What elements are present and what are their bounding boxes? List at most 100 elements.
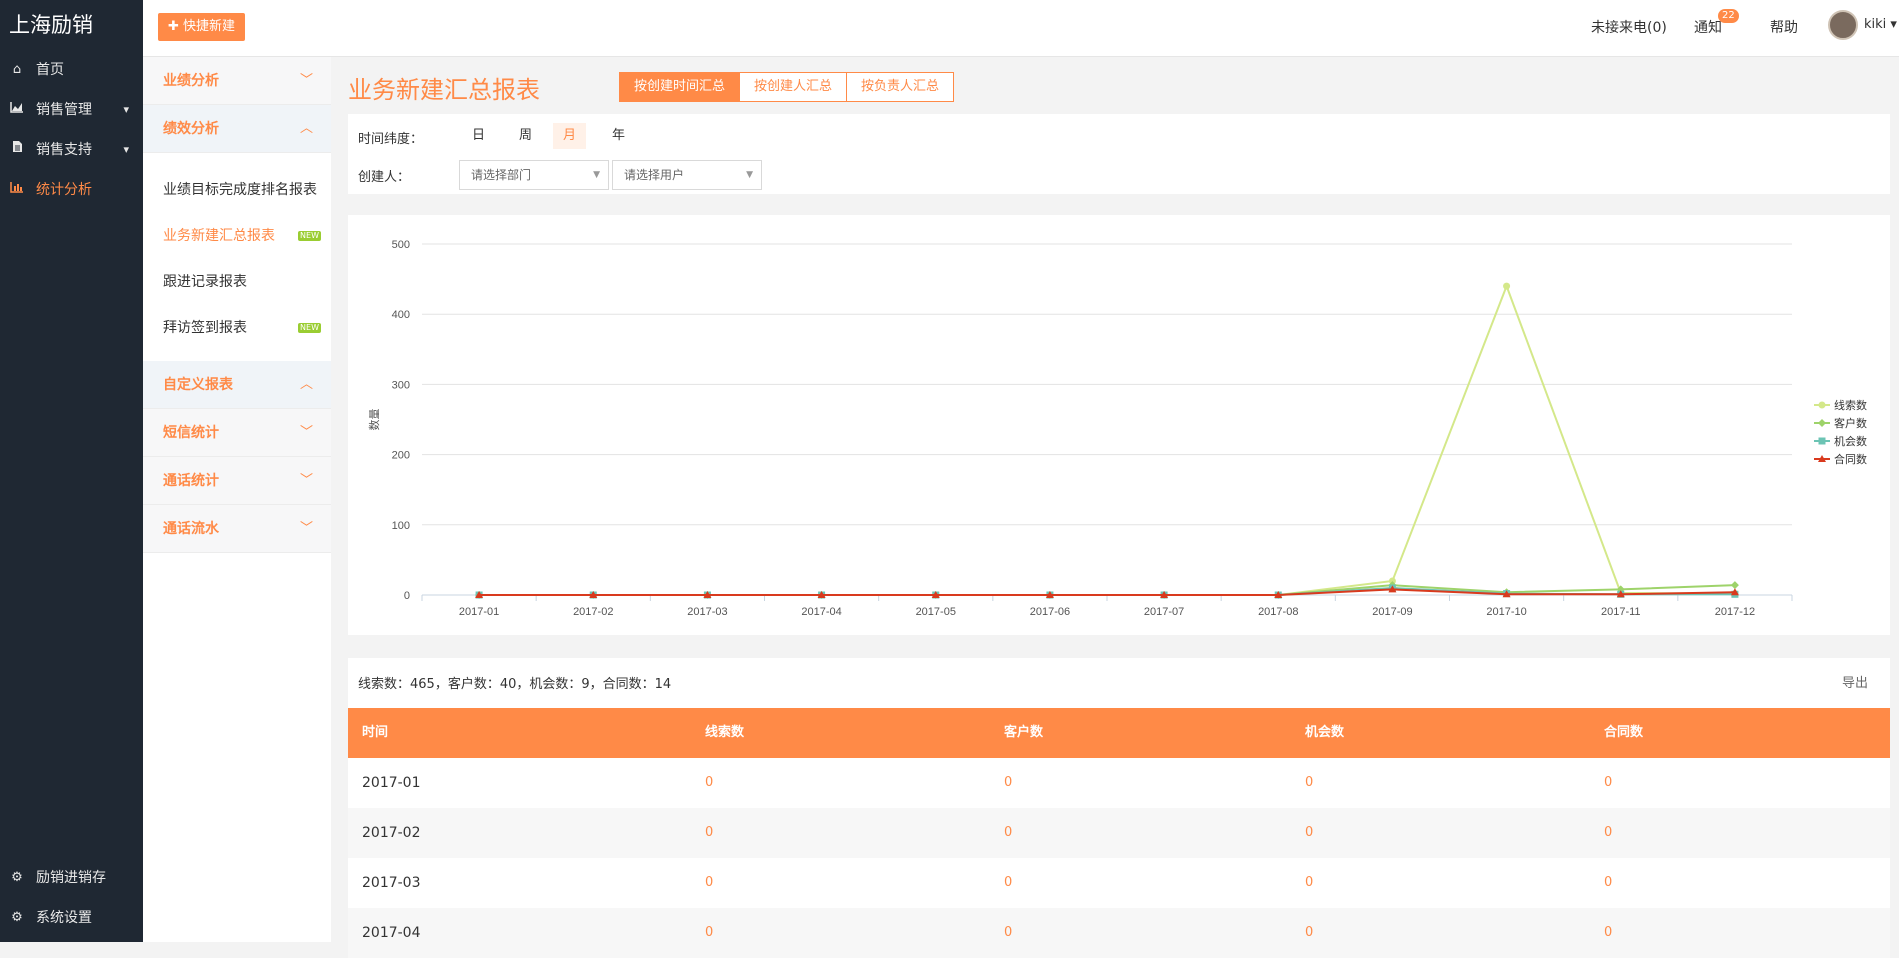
- y-axis-label: 数量: [368, 409, 381, 431]
- table-row: 2017-03 0 0 0 0: [348, 858, 1890, 908]
- data-point: [1503, 282, 1511, 290]
- series-line: [479, 283, 1735, 596]
- column-header: 客户数: [1004, 725, 1044, 740]
- group-items: 业绩目标完成度排名报表 业务新建汇总报表 NEW 跟进记录报表 拜访签到报表 N…: [143, 153, 331, 361]
- nav-item-label: 销售支持: [36, 142, 92, 158]
- cell-opportunities[interactable]: 0: [1305, 908, 1313, 958]
- cell-customers[interactable]: 0: [1004, 908, 1012, 958]
- group-call-statistics[interactable]: 通话统计 ﹀: [143, 457, 331, 505]
- quick-new-button[interactable]: ✚ 快捷新建: [158, 13, 246, 41]
- gear-icon: ⚙: [11, 870, 23, 885]
- legend-marker: [1818, 419, 1826, 427]
- group-kpi-analysis[interactable]: 绩效分析 ︿: [143, 105, 331, 153]
- x-tick-label: 2017-03: [687, 606, 727, 618]
- nav-item-settings[interactable]: ⚙ 系统设置: [0, 898, 143, 938]
- x-tick-label: 2017-08: [1258, 606, 1298, 618]
- dimension-week[interactable]: 周: [509, 123, 542, 149]
- cell-opportunities[interactable]: 0: [1305, 858, 1313, 908]
- cell-leads[interactable]: 0: [705, 808, 713, 858]
- home-icon: ⌂: [12, 62, 22, 77]
- chevron-down-icon: ▾: [123, 143, 129, 156]
- help-link[interactable]: 帮助: [1770, 17, 1798, 37]
- user-select-value: 请选择用户: [624, 168, 685, 182]
- export-button[interactable]: 导出: [1842, 672, 1868, 691]
- cell-contracts[interactable]: 0: [1604, 758, 1612, 808]
- x-tick-label: 2017-10: [1486, 606, 1526, 618]
- table-body: 2017-01 0 0 0 0 2017-02 0 0 0 0 2017-03 …: [348, 758, 1890, 958]
- cell-opportunities[interactable]: 0: [1305, 808, 1313, 858]
- nav-item-sales[interactable]: 销售管理 ▾: [0, 90, 143, 130]
- group-performance-analysis[interactable]: 业绩分析 ﹀: [143, 57, 331, 105]
- cell-contracts[interactable]: 0: [1604, 808, 1612, 858]
- nav-item-support[interactable]: 销售支持 ▾: [0, 130, 143, 170]
- filter-panel: 时间纬度： 日 周 月 年 创建人： 请选择部门 ▼ 请选择用户 ▼: [348, 114, 1890, 194]
- sub-item-label: 业务新建汇总报表: [163, 228, 275, 244]
- y-tick-label: 300: [392, 379, 410, 391]
- table-row: 2017-02 0 0 0 0: [348, 808, 1890, 858]
- cell-time: 2017-01: [362, 775, 421, 791]
- department-select[interactable]: 请选择部门 ▼: [459, 160, 609, 190]
- group-custom-report[interactable]: 自定义报表 ︿: [143, 361, 331, 409]
- sub-item-visit-checkin-report[interactable]: 拜访签到报表 NEW: [143, 305, 331, 351]
- group-call-log[interactable]: 通话流水 ﹀: [143, 505, 331, 553]
- nav-item-statistics[interactable]: 统计分析: [0, 170, 143, 210]
- cell-time: 2017-04: [362, 925, 421, 941]
- user-menu[interactable]: kiki ▾: [1864, 17, 1897, 32]
- group-label: 自定义报表: [163, 377, 233, 393]
- cell-leads[interactable]: 0: [705, 908, 713, 958]
- nav-item-label: 销售管理: [36, 102, 92, 118]
- group-label: 业绩分析: [163, 73, 219, 89]
- avatar[interactable]: [1828, 10, 1858, 40]
- chevron-down-icon: ﹀: [299, 425, 313, 440]
- chevron-down-icon: ▾: [123, 103, 129, 116]
- sub-item-target-ranking[interactable]: 业绩目标完成度排名报表: [143, 167, 331, 213]
- nav-item-label: 励销进销存: [36, 870, 106, 886]
- x-tick-label: 2017-06: [1030, 606, 1070, 618]
- group-label: 通话统计: [163, 473, 219, 489]
- group-sms-statistics[interactable]: 短信统计 ﹀: [143, 409, 331, 457]
- new-badge: NEW: [298, 323, 321, 333]
- caret-down-icon: ▼: [593, 170, 600, 180]
- page-title: 业务新建汇总报表: [348, 76, 540, 104]
- caret-down-icon: ▼: [746, 170, 753, 180]
- group-label: 通话流水: [163, 521, 219, 537]
- dimension-year[interactable]: 年: [602, 123, 635, 149]
- y-tick-label: 200: [392, 450, 410, 462]
- gear-icon: ⚙: [11, 910, 23, 925]
- left-nav: 上海励销 ⌂ 首页 销售管理 ▾ 销售支持 ▾ 统计分析 ⚙ 励销进销存 ⚙ 系…: [0, 0, 143, 942]
- cell-contracts[interactable]: 0: [1604, 858, 1612, 908]
- x-tick-label: 2017-02: [573, 606, 613, 618]
- cell-opportunities[interactable]: 0: [1305, 758, 1313, 808]
- tab-by-creator[interactable]: 按创建人汇总: [739, 72, 848, 102]
- user-select[interactable]: 请选择用户 ▼: [612, 160, 762, 190]
- notification-label: 通知: [1694, 20, 1722, 36]
- cell-customers[interactable]: 0: [1004, 858, 1012, 908]
- nav-item-home[interactable]: ⌂ 首页: [0, 50, 143, 90]
- nav-item-label: 系统设置: [36, 910, 92, 926]
- dimension-month[interactable]: 月: [553, 123, 587, 149]
- tab-by-create-time[interactable]: 按创建时间汇总: [619, 72, 741, 102]
- sub-item-followup-report[interactable]: 跟进记录报表: [143, 259, 331, 305]
- cell-contracts[interactable]: 0: [1604, 908, 1612, 958]
- sub-item-label: 业绩目标完成度排名报表: [163, 182, 317, 198]
- sub-item-new-business-summary[interactable]: 业务新建汇总报表 NEW: [143, 213, 331, 259]
- table-header: 时间 线索数 客户数 机会数 合同数: [348, 708, 1890, 758]
- legend-label: 客户数: [1834, 416, 1867, 430]
- dimension-day[interactable]: 日: [462, 123, 495, 149]
- cell-leads[interactable]: 0: [705, 858, 713, 908]
- chevron-up-icon: ︿: [299, 377, 313, 392]
- notification-link[interactable]: 通知 22: [1694, 9, 1739, 37]
- chevron-down-icon: ﹀: [299, 473, 313, 488]
- area-chart-icon: [8, 90, 26, 130]
- nav-item-inventory[interactable]: ⚙ 励销进销存: [0, 858, 143, 898]
- data-table: 时间 线索数 客户数 机会数 合同数 2017-01 0 0 0 0 2017-…: [348, 708, 1890, 958]
- chevron-down-icon: ﹀: [299, 73, 313, 88]
- legend-marker: [1818, 401, 1826, 409]
- cell-leads[interactable]: 0: [705, 758, 713, 808]
- x-tick-label: 2017-07: [1144, 606, 1184, 618]
- cell-customers[interactable]: 0: [1004, 808, 1012, 858]
- y-tick-label: 500: [392, 239, 410, 251]
- tab-by-owner[interactable]: 按负责人汇总: [846, 72, 955, 102]
- table-row: 2017-01 0 0 0 0: [348, 758, 1890, 808]
- cell-customers[interactable]: 0: [1004, 758, 1012, 808]
